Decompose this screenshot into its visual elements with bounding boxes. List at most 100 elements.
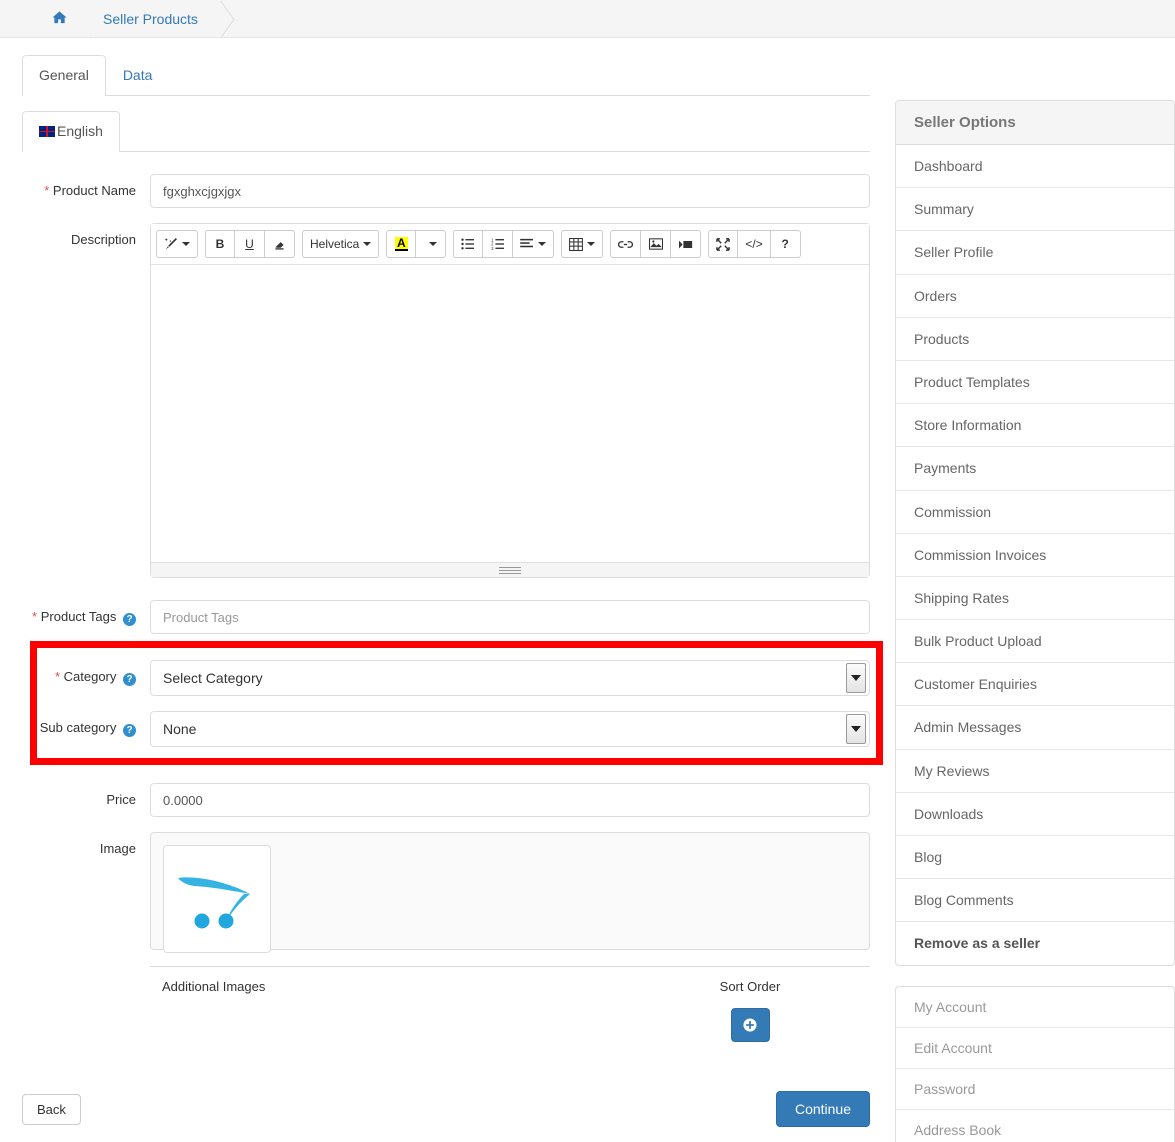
toolbar-group-fontname: Helvetica bbox=[302, 230, 380, 258]
eraser-icon[interactable] bbox=[265, 230, 295, 258]
form-footer: Back Continue bbox=[0, 1067, 895, 1142]
breadcrumb: Seller Products bbox=[0, 0, 1175, 38]
font-family-icon[interactable]: Helvetica bbox=[302, 230, 380, 258]
category-dropdown-arrow-icon[interactable] bbox=[846, 663, 866, 693]
list-item-label: Payments bbox=[914, 460, 977, 477]
column-header-additional-images: Additional Images bbox=[162, 979, 266, 994]
home-icon bbox=[52, 10, 67, 28]
sidebar-item-remove-as-a-seller[interactable]: Remove as a seller bbox=[896, 922, 1174, 964]
bold-icon[interactable]: B bbox=[205, 230, 235, 258]
sidebar-item-commission[interactable]: Commission bbox=[896, 491, 1174, 534]
list-item-label: Address Book bbox=[914, 1122, 1002, 1139]
link-icon[interactable] bbox=[610, 230, 642, 258]
price-input[interactable] bbox=[150, 783, 870, 817]
help-circle-icon[interactable]: ? bbox=[123, 613, 136, 626]
list-item-label: Customer Enquiries bbox=[914, 676, 1037, 693]
color-dropdown-icon[interactable] bbox=[416, 230, 447, 258]
unordered-list-icon[interactable] bbox=[453, 230, 484, 258]
sidebar-item-product-templates[interactable]: Product Templates bbox=[896, 361, 1174, 405]
sidebar-item-downloads[interactable]: Downloads bbox=[896, 793, 1174, 836]
image-label: Image bbox=[22, 832, 150, 858]
sidebar-item-admin-messages[interactable]: Admin Messages bbox=[896, 706, 1174, 750]
help-circle-icon[interactable]: ? bbox=[123, 724, 136, 737]
ordered-list-icon[interactable]: 123 bbox=[483, 230, 514, 258]
toolbar-group-format: B U bbox=[205, 230, 295, 258]
category-label: * Category ? bbox=[22, 660, 150, 686]
product-tags-input[interactable] bbox=[150, 600, 870, 634]
sidebar-item-orders[interactable]: Orders bbox=[896, 275, 1174, 318]
sub-category-label: * Sub category ? bbox=[22, 711, 150, 737]
product-name-input[interactable] bbox=[150, 174, 870, 208]
account-item-edit-account[interactable]: Edit Account bbox=[896, 1028, 1174, 1069]
sidebar-item-dashboard[interactable]: Dashboard bbox=[896, 145, 1174, 189]
sidebar-item-shipping-rates[interactable]: Shipping Rates bbox=[896, 577, 1174, 621]
description-control: B U Helvetica A 1 2 3 </> ? bbox=[150, 223, 870, 578]
sub-category-select[interactable]: None bbox=[150, 711, 870, 747]
list-item-label: Shipping Rates bbox=[914, 589, 1009, 606]
sub-category-selected-value: None bbox=[163, 721, 197, 737]
tab-general[interactable]: General bbox=[22, 55, 106, 96]
field-description: Description B U Helvetica A 1 2 3 </> ? bbox=[22, 223, 870, 578]
sidebar-item-store-information[interactable]: Store Information bbox=[896, 404, 1174, 448]
sidebar-item-blog-comments[interactable]: Blog Comments bbox=[896, 879, 1174, 923]
continue-button[interactable]: Continue bbox=[775, 1091, 870, 1127]
product-tags-label-text: Product Tags bbox=[40, 609, 117, 624]
text-color-icon[interactable]: A bbox=[386, 230, 417, 258]
sidebar-item-products[interactable]: Products bbox=[896, 318, 1174, 361]
account-list: My Account Edit Account Password Address Bo… bbox=[896, 987, 1174, 1142]
sidebar-item-commission-invoices[interactable]: Commission Invoices bbox=[896, 534, 1174, 577]
main-tabs: General Data bbox=[22, 55, 870, 96]
description-label: Description bbox=[22, 223, 150, 249]
category-selected-value: Select Category bbox=[163, 670, 263, 686]
add-image-button[interactable] bbox=[730, 1008, 770, 1042]
underline-icon[interactable]: U bbox=[235, 230, 265, 258]
sidebar-item-bulk-product-upload[interactable]: Bulk Product Upload bbox=[896, 620, 1174, 664]
toolbar-group-style bbox=[156, 230, 198, 258]
toolbar-group-view: </> ? bbox=[708, 230, 801, 258]
breadcrumb-home[interactable] bbox=[38, 0, 89, 37]
toolbar-group-color: A bbox=[386, 230, 447, 258]
back-button[interactable]: Back bbox=[22, 1093, 81, 1125]
editor-resize-handle[interactable] bbox=[151, 562, 869, 577]
sidebar-item-seller-profile[interactable]: Seller Profile bbox=[896, 231, 1174, 275]
list-item-label: Store Information bbox=[914, 417, 1022, 434]
picture-icon[interactable] bbox=[641, 230, 672, 258]
video-icon[interactable] bbox=[671, 230, 702, 258]
account-item-address-book[interactable]: Address Book bbox=[896, 1110, 1174, 1142]
price-label-text: Price bbox=[106, 792, 136, 807]
additional-images-table: Additional Images Sort Order bbox=[150, 966, 870, 1052]
list-item-label: Product Templates bbox=[914, 373, 1030, 390]
cart-placeholder-icon bbox=[178, 877, 250, 929]
required-asterisk: * bbox=[54, 669, 60, 684]
image-label-text: Image bbox=[99, 841, 136, 856]
table-icon[interactable] bbox=[561, 230, 604, 258]
category-label-text: Category bbox=[63, 669, 117, 684]
help-circle-icon[interactable]: ? bbox=[123, 673, 136, 686]
list-item-label: Bulk Product Upload bbox=[914, 633, 1042, 650]
sub-category-dropdown-arrow-icon[interactable] bbox=[846, 714, 866, 744]
account-item-password[interactable]: Password bbox=[896, 1069, 1174, 1111]
help-icon[interactable]: ? bbox=[770, 230, 801, 258]
sidebar-item-summary[interactable]: Summary bbox=[896, 188, 1174, 232]
product-image-thumbnail[interactable] bbox=[163, 845, 271, 953]
code-view-icon[interactable]: </> bbox=[738, 230, 771, 258]
account-panel: My Account Edit Account Password Address Bo… bbox=[895, 985, 1175, 1142]
fullscreen-icon[interactable] bbox=[708, 230, 739, 258]
breadcrumb-item-seller-products[interactable]: Seller Products bbox=[89, 0, 220, 37]
font-family-label: Helvetica bbox=[310, 237, 360, 251]
magic-wand-icon[interactable] bbox=[156, 230, 198, 258]
paragraph-align-icon[interactable] bbox=[513, 230, 555, 258]
list-item-label: Seller Profile bbox=[914, 244, 994, 261]
sidebar-item-blog[interactable]: Blog bbox=[896, 836, 1174, 880]
tab-data[interactable]: Data bbox=[106, 55, 170, 96]
field-category: * Category ? Select Category bbox=[22, 660, 870, 696]
sidebar-item-my-reviews[interactable]: My Reviews bbox=[896, 750, 1174, 793]
editor-content-area[interactable] bbox=[151, 265, 869, 562]
category-select[interactable]: Select Category bbox=[150, 660, 870, 696]
language-tab-english[interactable]: English bbox=[22, 111, 120, 152]
chevron-down-icon bbox=[182, 242, 190, 246]
sidebar-item-customer-enquiries[interactable]: Customer Enquiries bbox=[896, 663, 1174, 707]
account-item-my-account[interactable]: My Account bbox=[896, 987, 1174, 1028]
product-name-label-text: Product Name bbox=[52, 183, 136, 198]
sidebar-item-payments[interactable]: Payments bbox=[896, 447, 1174, 491]
